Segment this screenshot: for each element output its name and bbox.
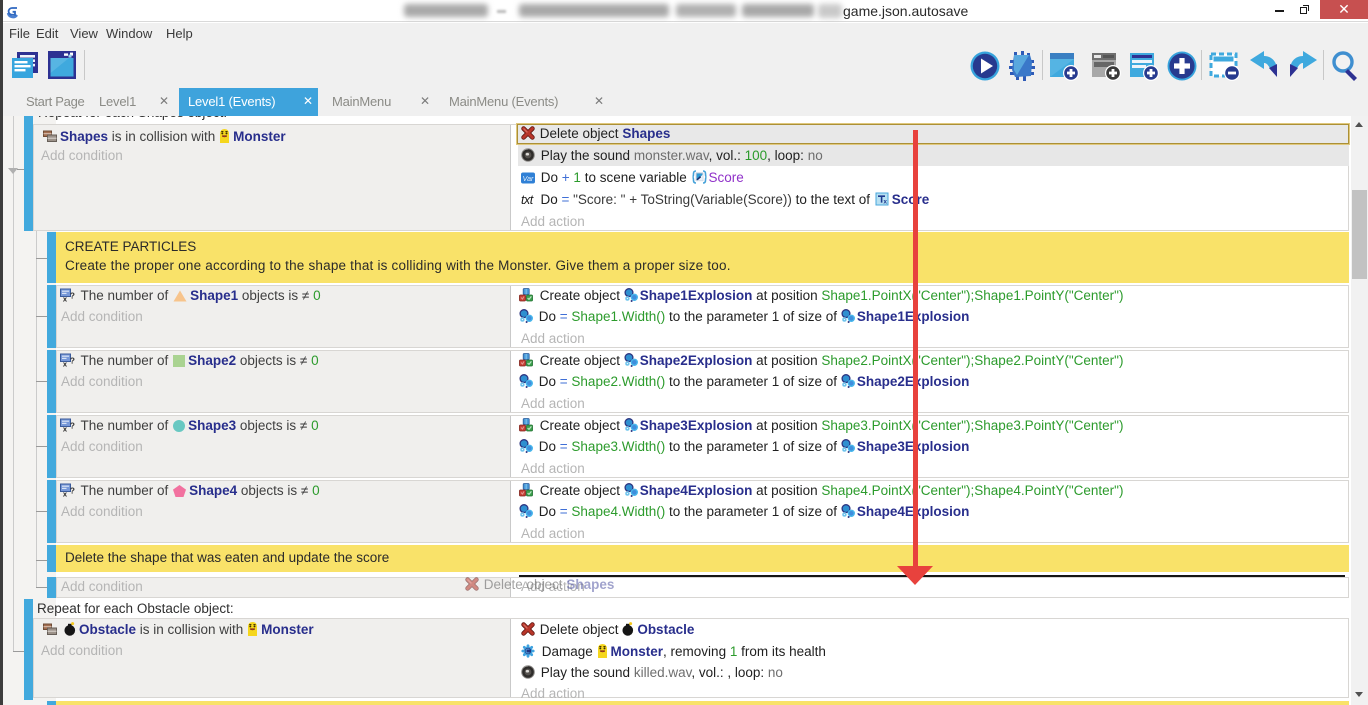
svg-text:?: ? <box>70 291 75 301</box>
svg-text:?: ? <box>70 486 75 496</box>
svg-text:?: ? <box>70 421 75 431</box>
svg-text:?: ? <box>70 356 75 366</box>
svg-text:x: x <box>883 199 887 206</box>
svg-text:Var: Var <box>523 176 534 183</box>
